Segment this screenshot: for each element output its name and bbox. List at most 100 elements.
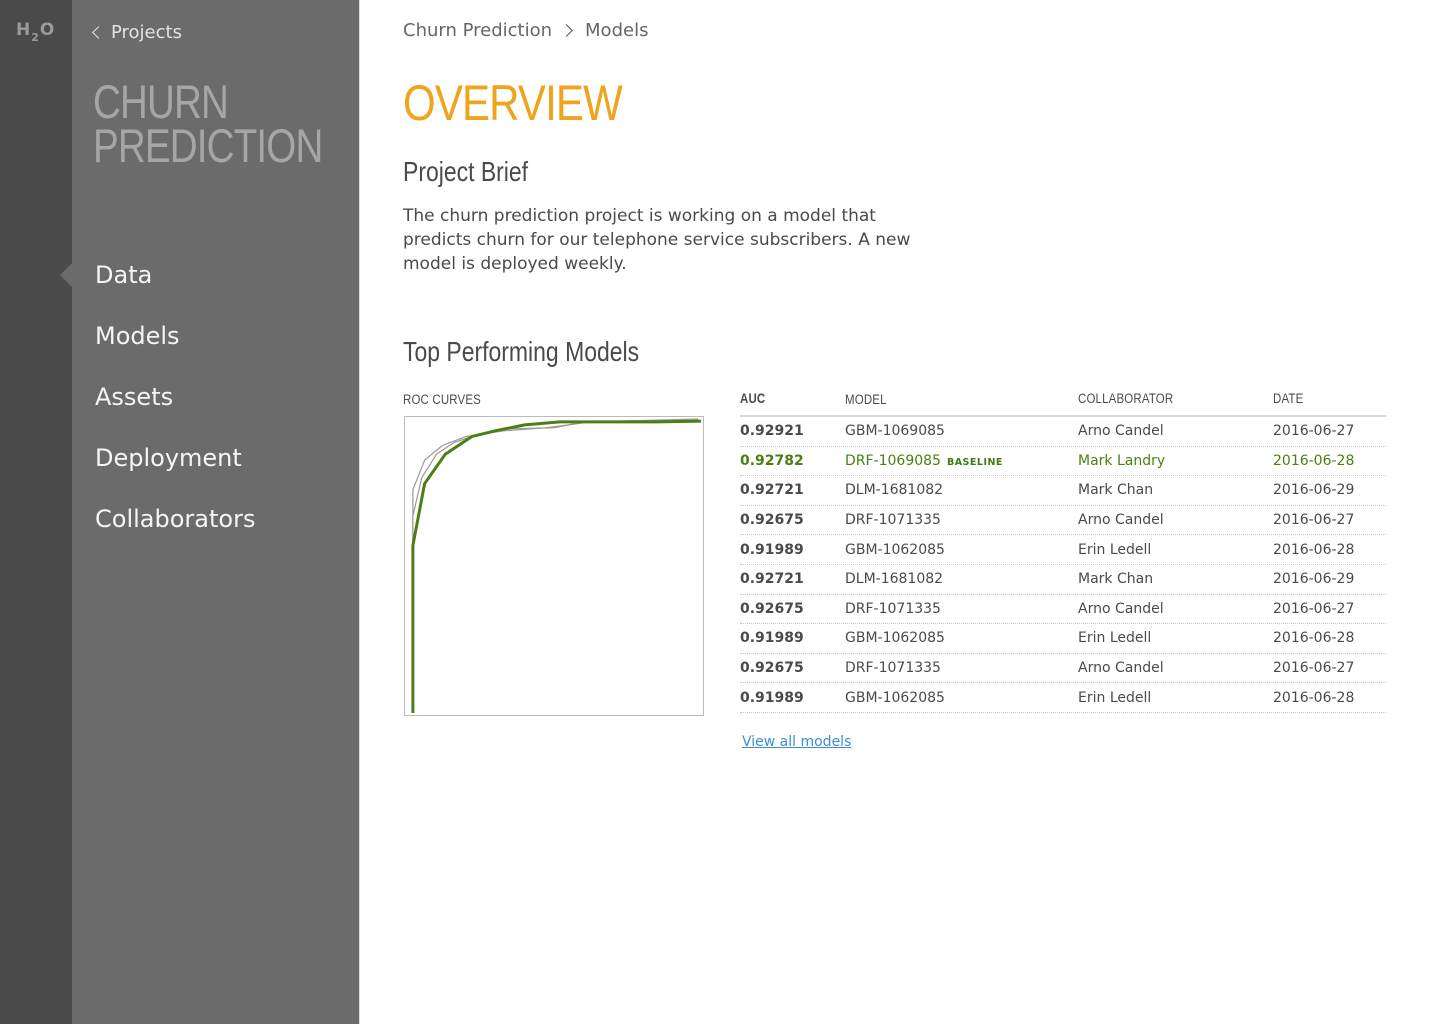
- collaborator-cell: Mark Chan: [1078, 571, 1154, 588]
- roc-chart: [404, 416, 704, 716]
- date-cell: 2016-06-28: [1273, 630, 1355, 647]
- model-name[interactable]: DRF-1071335: [845, 512, 941, 528]
- sidebar-item-assets[interactable]: Assets: [72, 366, 359, 427]
- h2o-logo[interactable]: H2O: [16, 20, 55, 44]
- table-header: AUC MODEL COLLABORATOR DATE: [740, 388, 1386, 417]
- table-row[interactable]: 0.91989 GBM-1062085 Erin Ledell 2016-06-28: [740, 535, 1386, 565]
- sidebar-item-models[interactable]: Models: [72, 305, 359, 366]
- date-cell: 2016-06-28: [1273, 689, 1355, 706]
- table-row[interactable]: 0.92721 DLM-1681082 Mark Chan 2016-06-29: [740, 565, 1386, 595]
- roc-curves-label: ROC CURVES: [403, 392, 482, 407]
- table-row[interactable]: 0.92782 DRF-1069085 BASELINE Mark Landry 201…: [740, 447, 1386, 477]
- app-rail: H2O: [0, 0, 72, 1024]
- baseline-badge: BASELINE: [946, 457, 1003, 469]
- date-cell: 2016-06-28: [1273, 541, 1355, 558]
- date-cell: 2016-06-29: [1273, 482, 1355, 499]
- date-cell: 2016-06-27: [1273, 423, 1355, 440]
- model-cell: GBM-1062085: [845, 690, 1078, 706]
- auc-cell: 0.91989: [740, 541, 804, 558]
- collaborator-cell: Arno Candel: [1078, 600, 1164, 617]
- model-name[interactable]: DRF-1071335: [845, 601, 941, 617]
- auc-cell: 0.92675: [740, 600, 804, 617]
- collaborator-cell: Arno Candel: [1078, 512, 1164, 529]
- sidebar-item-label: Models: [95, 321, 180, 350]
- table-row[interactable]: 0.92921 GBM-1069085 Arno Candel 2016-06-27: [740, 417, 1386, 447]
- auc-cell: 0.92721: [740, 482, 804, 499]
- model-cell: DRF-1071335: [845, 660, 1078, 676]
- collaborator-cell: Arno Candel: [1078, 423, 1164, 440]
- table-row[interactable]: 0.92675 DRF-1071335 Arno Candel 2016-06-27: [740, 595, 1386, 625]
- project-brief-text: The churn prediction project is working …: [403, 206, 911, 274]
- auc-cell: 0.92675: [740, 512, 804, 529]
- model-cell: DRF-1069085 BASELINE: [845, 453, 1078, 469]
- collaborator-cell: Mark Chan: [1078, 482, 1154, 499]
- breadcrumb: Churn Prediction Models: [403, 20, 648, 41]
- collaborator-cell: Erin Ledell: [1078, 689, 1152, 706]
- model-name[interactable]: GBM-1062085: [845, 690, 945, 706]
- logo-letter-h: H: [16, 20, 31, 40]
- header-date[interactable]: DATE: [1273, 391, 1303, 406]
- back-link-label: Projects: [111, 22, 182, 43]
- breadcrumb-current[interactable]: Models: [585, 20, 648, 41]
- table-row[interactable]: 0.92675 DRF-1071335 Arno Candel 2016-06-27: [740, 506, 1386, 536]
- model-cell: DLM-1681082: [845, 482, 1078, 498]
- header-model[interactable]: MODEL: [845, 392, 887, 407]
- sidebar-item-label: Deployment: [95, 443, 242, 472]
- project-name: CHURN PREDICTION: [93, 75, 323, 172]
- auc-cell: 0.92782: [740, 452, 804, 469]
- sidebar-item-deployment[interactable]: Deployment: [72, 427, 359, 488]
- sidebar-item-data[interactable]: Data: [60, 244, 359, 305]
- sidebar-nav: Data Models Assets Deployment Collaborat…: [60, 244, 359, 549]
- chevron-left-icon: [92, 26, 105, 39]
- sidebar-divider: [359, 0, 360, 1024]
- model-name[interactable]: GBM-1062085: [845, 630, 945, 646]
- page-title: OVERVIEW: [403, 75, 623, 131]
- date-cell: 2016-06-28: [1273, 452, 1355, 469]
- table-body: 0.92921 GBM-1069085 Arno Candel 2016-06-27 0…: [740, 417, 1386, 713]
- model-name[interactable]: GBM-1062085: [845, 542, 945, 558]
- model-cell: DRF-1071335: [845, 601, 1078, 617]
- project-brief-heading: Project Brief: [403, 156, 529, 187]
- date-cell: 2016-06-27: [1273, 512, 1355, 529]
- chevron-right-icon: [560, 24, 573, 37]
- sidebar-item-collaborators[interactable]: Collaborators: [72, 488, 359, 549]
- model-name[interactable]: GBM-1069085: [845, 423, 945, 439]
- models-table: AUC MODEL COLLABORATOR DATE 0.92921 GBM-1…: [740, 388, 1386, 713]
- sidebar-item-label: Assets: [95, 382, 174, 411]
- logo-subscript: 2: [31, 31, 39, 44]
- view-all-models-link[interactable]: View all models: [742, 734, 851, 750]
- auc-cell: 0.92721: [740, 571, 804, 588]
- table-row[interactable]: 0.91989 GBM-1062085 Erin Ledell 2016-06-28: [740, 683, 1386, 713]
- table-row[interactable]: 0.91989 GBM-1062085 Erin Ledell 2016-06-28: [740, 624, 1386, 654]
- model-name[interactable]: DLM-1681082: [845, 571, 943, 587]
- table-row[interactable]: 0.92675 DRF-1071335 Arno Candel 2016-06-27: [740, 654, 1386, 684]
- model-cell: GBM-1062085: [845, 630, 1078, 646]
- collaborator-cell: Erin Ledell: [1078, 630, 1152, 647]
- auc-cell: 0.92921: [740, 423, 804, 440]
- model-cell: DRF-1071335: [845, 512, 1078, 528]
- project-sidebar: Projects CHURN PREDICTION Data Models As…: [60, 0, 359, 1024]
- back-to-projects-link[interactable]: Projects: [91, 22, 182, 43]
- roc-chart-svg: [411, 418, 702, 713]
- collaborator-cell: Arno Candel: [1078, 660, 1164, 677]
- logo-letter-o: O: [39, 20, 55, 40]
- top-models-heading: Top Performing Models: [403, 336, 640, 367]
- model-name[interactable]: DRF-1069085: [845, 453, 941, 469]
- model-name[interactable]: DRF-1071335: [845, 660, 941, 676]
- table-row[interactable]: 0.92721 DLM-1681082 Mark Chan 2016-06-29: [740, 476, 1386, 506]
- auc-cell: 0.91989: [740, 630, 804, 647]
- roc-curve-baseline: [411, 419, 702, 713]
- model-name[interactable]: DLM-1681082: [845, 482, 943, 498]
- model-cell: GBM-1062085: [845, 542, 1078, 558]
- sidebar-item-label: Data: [95, 260, 153, 289]
- date-cell: 2016-06-27: [1273, 600, 1355, 617]
- header-collaborator[interactable]: COLLABORATOR: [1078, 391, 1173, 406]
- model-cell: GBM-1069085: [845, 423, 1078, 439]
- roc-curve-1: [412, 418, 699, 713]
- header-auc[interactable]: AUC: [740, 391, 765, 406]
- collaborator-cell: Mark Landry: [1078, 452, 1166, 469]
- breadcrumb-project[interactable]: Churn Prediction: [403, 20, 552, 41]
- model-cell: DLM-1681082: [845, 571, 1078, 587]
- auc-cell: 0.92675: [740, 660, 804, 677]
- auc-cell: 0.91989: [740, 689, 804, 706]
